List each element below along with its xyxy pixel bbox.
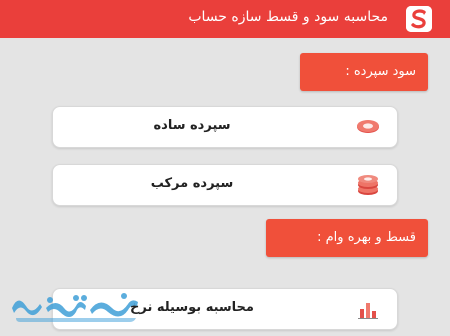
deposit-section-title: سود سپرده :: [345, 64, 416, 79]
app-screen: محاسبه سود و قسط سازه حساب سود سپرده : س…: [0, 0, 450, 336]
loan-by-rate-label: محاسبه بوسیله نرخ: [130, 300, 254, 315]
loan-section-title: قسط و بهره وام :: [317, 230, 416, 245]
sazeh-hesab-logo-icon: [406, 6, 432, 32]
loan-by-rate-button[interactable]: محاسبه بوسیله نرخ: [52, 288, 398, 330]
menu-panel: سود سپرده : سپرده ساده سپرده مرکب قسط و …: [0, 38, 450, 336]
coin-icon: [355, 116, 381, 138]
loan-section-header: قسط و بهره وام :: [266, 219, 428, 257]
bar-chart-icon: [355, 298, 381, 320]
compound-deposit-button[interactable]: سپرده مرکب: [52, 164, 398, 206]
compound-deposit-label: سپرده مرکب: [150, 176, 234, 191]
coin-stack-icon: [355, 174, 381, 196]
title-bar: محاسبه سود و قسط سازه حساب: [0, 0, 450, 38]
simple-deposit-button[interactable]: سپرده ساده: [52, 106, 398, 148]
simple-deposit-label: سپرده ساده: [153, 118, 231, 133]
deposit-section-header: سود سپرده :: [300, 53, 428, 91]
app-title: محاسبه سود و قسط سازه حساب: [188, 9, 388, 25]
